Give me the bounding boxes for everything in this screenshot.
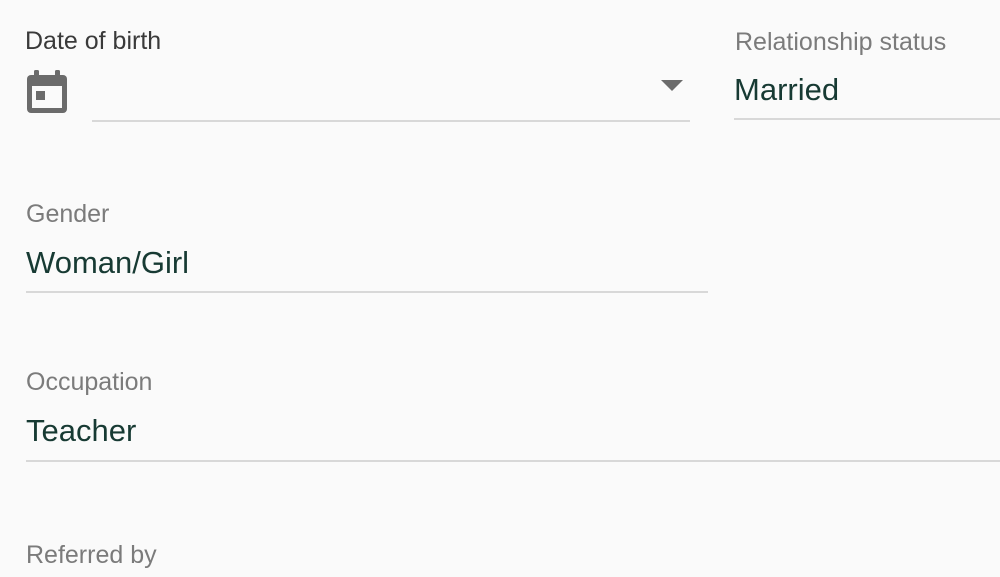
relationship-status-field[interactable]: Married <box>734 72 839 108</box>
dropdown-arrow-icon[interactable] <box>661 80 683 91</box>
relationship-status-underline <box>734 118 1000 120</box>
profile-form: Date of birth Relationship status Marrie… <box>0 0 1000 577</box>
gender-field[interactable]: Woman/Girl <box>26 245 189 281</box>
referred-by-label: Referred by <box>26 541 157 569</box>
occupation-field[interactable]: Teacher <box>26 413 136 449</box>
date-of-birth-label: Date of birth <box>25 27 162 55</box>
date-of-birth-field[interactable] <box>92 72 690 122</box>
gender-label: Gender <box>26 200 110 228</box>
occupation-underline <box>26 460 1000 462</box>
gender-underline <box>26 291 708 293</box>
occupation-label: Occupation <box>26 368 153 396</box>
relationship-status-label: Relationship status <box>735 28 947 56</box>
calendar-icon[interactable] <box>24 68 70 116</box>
